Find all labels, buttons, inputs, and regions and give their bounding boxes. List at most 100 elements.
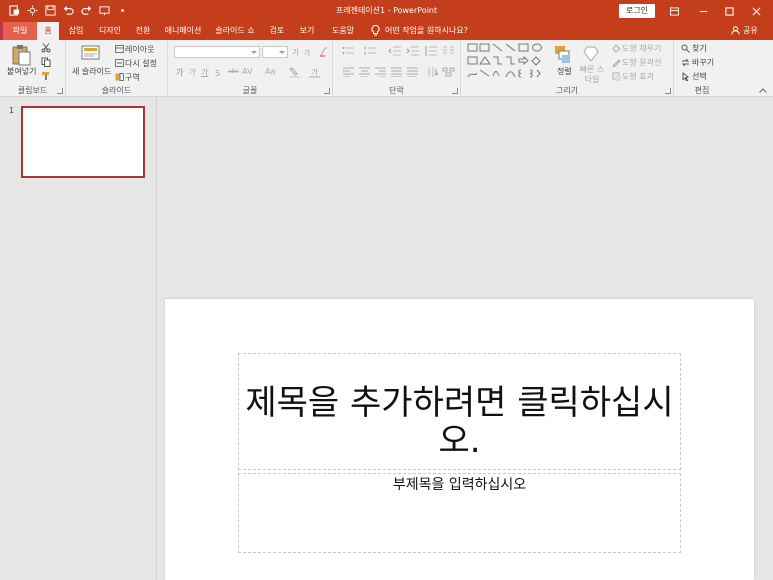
minimize-icon[interactable] <box>695 3 711 19</box>
replace-icon[interactable] <box>680 57 690 67</box>
strikethrough-button[interactable]: abc <box>228 68 239 75</box>
shape-fill-label[interactable]: 도형 채우기 <box>622 43 661 54</box>
group-editing: 찾기 바꾸기 선택 편집 <box>674 40 730 97</box>
slide-thumbnail[interactable] <box>21 106 145 178</box>
italic-button[interactable]: 가 <box>188 67 195 78</box>
distributed-icon[interactable] <box>405 66 419 78</box>
group-slides: 새 슬라이드 레이아웃 다시 설정 구역 슬라이드 <box>66 40 168 97</box>
replace-label[interactable]: 바꾸기 <box>692 57 714 68</box>
smartart-icon[interactable] <box>441 66 455 78</box>
share-label: 공유 <box>743 26 758 35</box>
decrease-font-size[interactable]: 가 <box>304 48 310 58</box>
shape-effects-icon[interactable] <box>611 71 621 81</box>
group-font: 가 가 가 가 가 S abc AV Aa 가 글꼴 <box>168 40 333 97</box>
quick-styles-label[interactable]: 빠른 스타일 <box>577 65 607 85</box>
justify-icon[interactable] <box>389 66 403 78</box>
character-spacing-button[interactable]: AV <box>242 67 252 76</box>
tab-home[interactable]: 홈 <box>37 22 59 40</box>
reset-label[interactable]: 다시 설정 <box>125 58 157 69</box>
collapse-ribbon-icon[interactable] <box>758 86 768 94</box>
ribbon-display-options-icon[interactable] <box>666 3 682 19</box>
increase-indent-icon[interactable] <box>405 45 419 57</box>
shape-effects-label[interactable]: 도형 효과 <box>622 71 654 82</box>
clear-formatting-icon[interactable] <box>318 46 329 57</box>
font-name-combo[interactable] <box>174 46 260 58</box>
text-direction-icon[interactable] <box>425 66 439 78</box>
format-painter-icon[interactable] <box>40 70 52 82</box>
tab-insert[interactable]: 삽입 <box>62 22 90 40</box>
tab-help[interactable]: 도움말 <box>326 22 360 40</box>
new-slide-label[interactable]: 새 슬라이드 <box>72 66 111 77</box>
tab-animations[interactable]: 애니메이션 <box>160 22 206 40</box>
select-label[interactable]: 선택 <box>692 71 707 82</box>
find-icon[interactable] <box>680 43 690 53</box>
line-spacing-icon[interactable] <box>423 45 437 57</box>
bullets-icon[interactable] <box>341 45 355 57</box>
tell-me-label: 어떤 작업을 원하시나요? <box>385 26 468 35</box>
tab-review[interactable]: 검토 <box>264 22 290 40</box>
change-case-button[interactable]: Aa <box>265 67 275 76</box>
copy-icon[interactable] <box>40 56 52 68</box>
group-label-paragraph: 단락 <box>389 86 404 95</box>
title-placeholder[interactable]: 제목을 추가하려면 클릭하십시오. <box>238 353 681 470</box>
bold-button[interactable]: 가 <box>176 67 183 78</box>
title-bar: 프레젠테이션1 - PowerPoint 로그인 <box>0 0 773 22</box>
font-launcher[interactable] <box>324 88 330 94</box>
columns-icon[interactable] <box>441 45 455 57</box>
tab-view[interactable]: 보기 <box>294 22 320 40</box>
shape-fill-icon[interactable] <box>611 43 621 53</box>
group-label-editing: 편집 <box>694 86 710 95</box>
paragraph-launcher[interactable] <box>452 88 458 94</box>
share-button[interactable]: 공유 <box>731 25 758 36</box>
shapes-gallery[interactable] <box>466 42 548 82</box>
layout-icon[interactable] <box>114 44 124 54</box>
font-color-icon[interactable]: 가 <box>308 66 320 78</box>
login-button[interactable]: 로그인 <box>619 4 655 18</box>
tab-file[interactable]: 파일 <box>1 22 37 40</box>
reset-icon[interactable] <box>114 58 124 68</box>
maximize-icon[interactable] <box>721 3 737 19</box>
increase-font-size[interactable]: 가 <box>292 47 299 58</box>
section-label[interactable]: 구역 <box>125 72 140 83</box>
highlight-icon[interactable] <box>288 66 300 78</box>
align-center-icon[interactable] <box>357 66 371 78</box>
group-clipboard: 붙여넣기 클립보드 <box>0 40 66 97</box>
arrange-icon[interactable] <box>553 44 573 66</box>
drawing-launcher[interactable] <box>665 88 671 94</box>
clipboard-launcher[interactable] <box>57 88 63 94</box>
group-label-slides: 슬라이드 <box>101 86 132 95</box>
new-slide-icon[interactable] <box>80 44 102 64</box>
shape-outline-icon[interactable] <box>611 57 621 67</box>
tab-transitions[interactable]: 전환 <box>130 22 156 40</box>
arrange-label[interactable]: 정렬 <box>557 66 572 77</box>
ribbon: 붙여넣기 클립보드 새 슬라이드 레이아웃 다시 설정 구역 슬라이드 가 가 … <box>0 40 773 97</box>
decrease-indent-icon[interactable] <box>387 45 401 57</box>
group-label-font: 글꼴 <box>242 86 258 95</box>
cut-icon[interactable] <box>40 42 52 54</box>
shape-outline-label[interactable]: 도형 윤곽선 <box>622 57 661 68</box>
ribbon-tabs: 파일 홈 삽입 디자인 전환 애니메이션 슬라이드 쇼 검토 보기 도움말 어떤… <box>0 22 773 40</box>
person-icon <box>731 26 740 35</box>
title-placeholder-text: 제목을 추가하려면 클릭하십시오. <box>245 383 674 461</box>
find-label[interactable]: 찾기 <box>692 43 707 54</box>
document-title: 프레젠테이션1 - PowerPoint <box>335 6 438 15</box>
select-icon[interactable] <box>680 71 690 81</box>
numbering-icon[interactable] <box>363 45 377 57</box>
shadow-icon[interactable]: S <box>214 67 224 77</box>
font-size-combo[interactable] <box>262 46 288 58</box>
quick-styles-icon[interactable] <box>581 44 601 64</box>
subtitle-placeholder[interactable]: 부제목을 입력하십시오 <box>238 473 681 553</box>
group-paragraph: 단락 <box>333 40 461 97</box>
tab-design[interactable]: 디자인 <box>94 22 126 40</box>
paste-label[interactable]: 붙여넣기 <box>7 66 36 77</box>
section-icon[interactable] <box>114 72 124 82</box>
layout-label[interactable]: 레이아웃 <box>125 44 154 55</box>
group-drawing: 정렬 빠른 스타일 도형 채우기 도형 윤곽선 도형 효과 그리기 <box>461 40 674 97</box>
tab-slide-show[interactable]: 슬라이드 쇼 <box>211 22 259 40</box>
underline-button[interactable]: 가 <box>201 67 208 78</box>
align-right-icon[interactable] <box>373 66 387 78</box>
tell-me-search[interactable]: 어떤 작업을 원하시나요? <box>371 25 468 36</box>
align-left-icon[interactable] <box>341 66 355 78</box>
close-icon[interactable] <box>748 3 764 19</box>
paste-icon[interactable] <box>8 44 34 66</box>
